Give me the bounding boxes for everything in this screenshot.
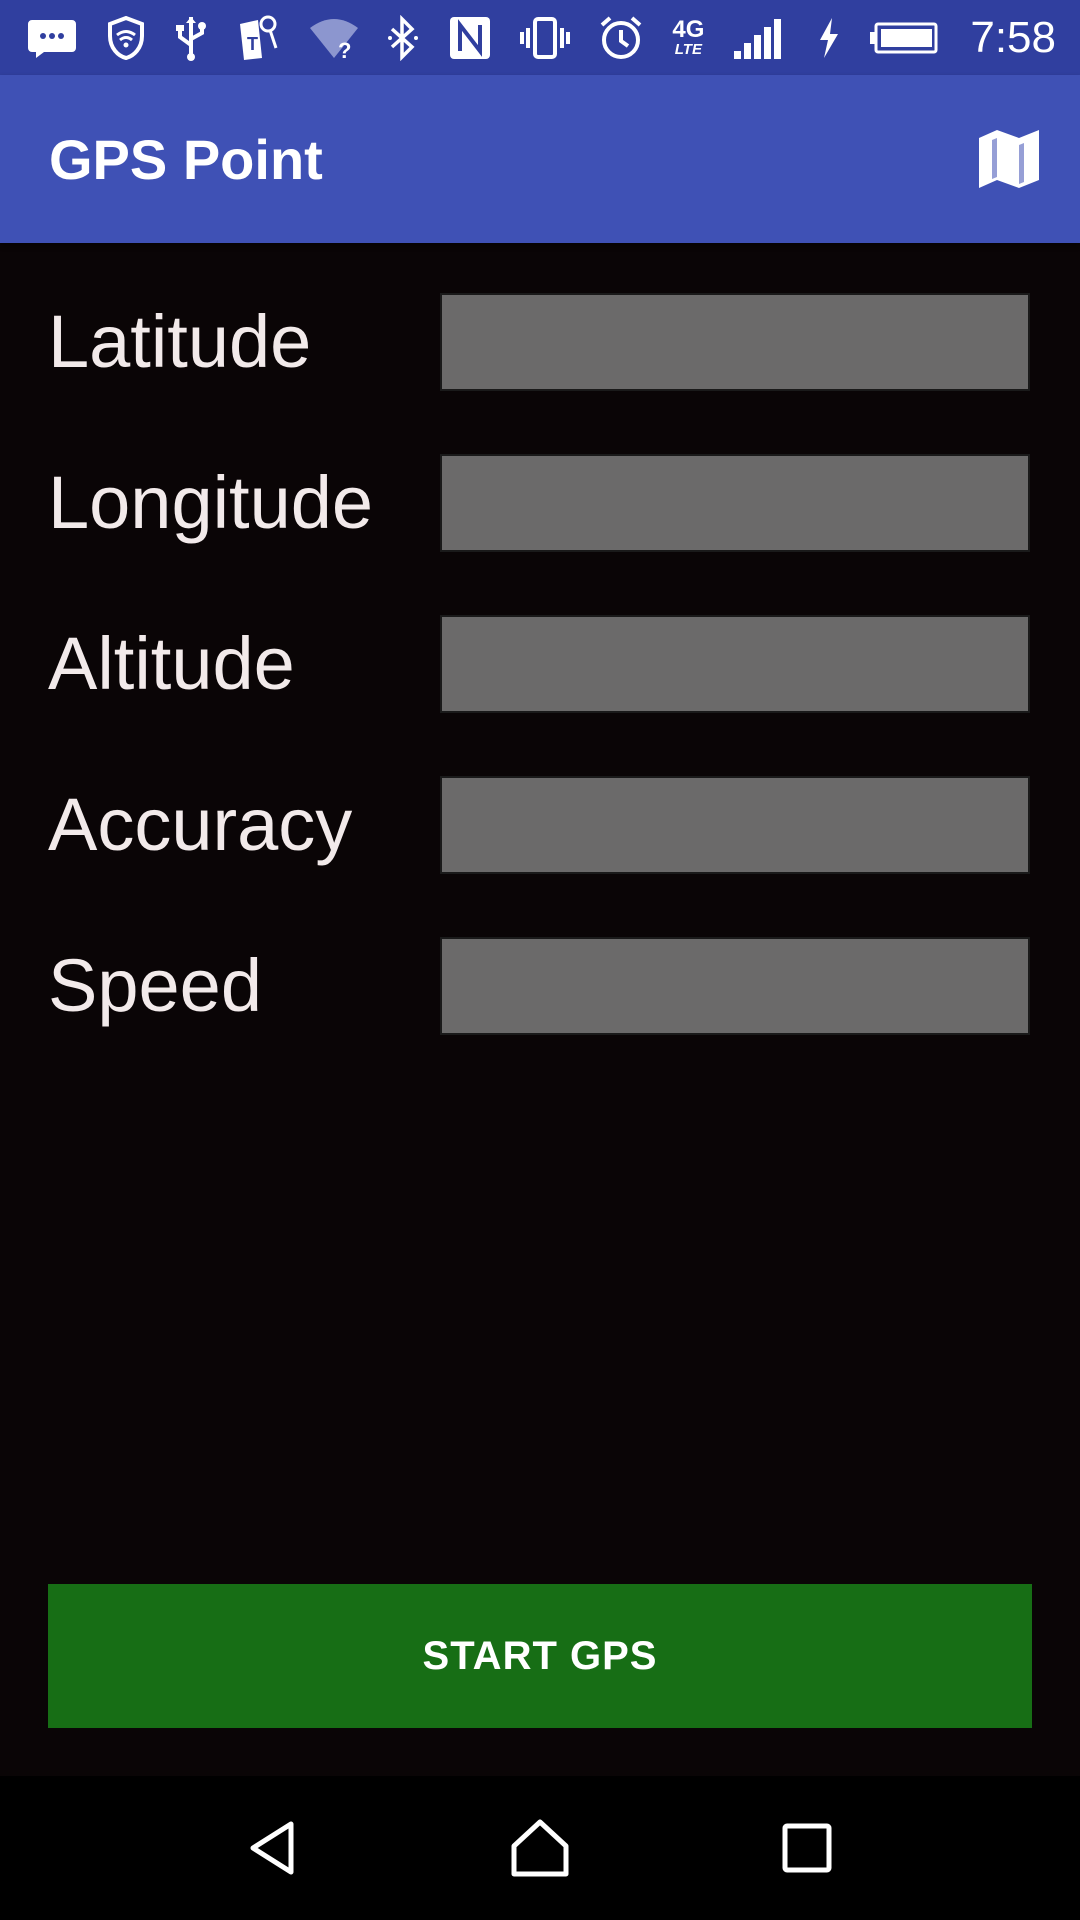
recents-button[interactable] <box>757 1798 857 1898</box>
battery-icon <box>868 22 938 54</box>
latitude-label: Latitude <box>48 300 312 383</box>
bluetooth-icon <box>386 14 420 61</box>
alarm-icon <box>598 15 644 61</box>
longitude-field[interactable] <box>440 454 1030 552</box>
map-button[interactable] <box>976 126 1042 192</box>
speed-field[interactable] <box>440 937 1030 1035</box>
wifi-unknown-icon: ? <box>308 16 360 60</box>
latitude-row: Latitude <box>0 293 1080 391</box>
speed-row: Speed <box>0 937 1080 1035</box>
status-bar-right: 4G LTE 7:58 <box>386 13 1056 63</box>
back-button[interactable] <box>223 1798 323 1898</box>
altitude-row: Altitude <box>0 615 1080 713</box>
network-subtype-text: LTE <box>674 41 702 58</box>
charging-icon <box>816 16 840 60</box>
status-bar-time: 7:58 <box>970 12 1056 62</box>
recents-icon <box>782 1823 832 1873</box>
speed-label: Speed <box>48 944 262 1027</box>
network-type-indicator: 4G LTE <box>672 16 705 58</box>
network-type-text: 4G <box>672 16 705 43</box>
navigation-bar <box>0 1776 1080 1920</box>
usb-icon <box>174 15 208 61</box>
altitude-field[interactable] <box>440 615 1030 713</box>
back-icon <box>250 1821 294 1875</box>
screen: T ? 4G LTE 7:58 GPS Point Latitude Longi… <box>0 0 1080 1920</box>
altitude-label: Altitude <box>48 622 295 705</box>
status-bar: T ? 4G LTE 7:58 <box>0 0 1080 75</box>
svg-text:T: T <box>247 34 258 54</box>
accuracy-label: Accuracy <box>48 783 353 866</box>
app-title: GPS Point <box>49 127 323 191</box>
vibrate-icon <box>520 16 571 60</box>
longitude-row: Longitude <box>0 454 1080 552</box>
home-icon <box>511 1819 569 1877</box>
map-icon <box>979 130 1039 188</box>
app-bar: GPS Point <box>0 75 1080 243</box>
start-gps-button[interactable]: START GPS <box>48 1584 1032 1728</box>
signal-icon <box>732 15 788 61</box>
svg-text:?: ? <box>338 38 351 60</box>
vpn-shield-icon <box>106 15 146 60</box>
latitude-field[interactable] <box>440 293 1030 391</box>
home-button[interactable] <box>490 1798 590 1898</box>
accuracy-row: Accuracy <box>0 776 1080 874</box>
accuracy-field[interactable] <box>440 776 1030 874</box>
nfc-icon <box>448 15 492 61</box>
messages-icon <box>26 18 78 58</box>
status-bar-left: T ? <box>26 14 360 62</box>
carrier-t-icon: T <box>236 14 280 62</box>
longitude-label: Longitude <box>48 461 374 544</box>
